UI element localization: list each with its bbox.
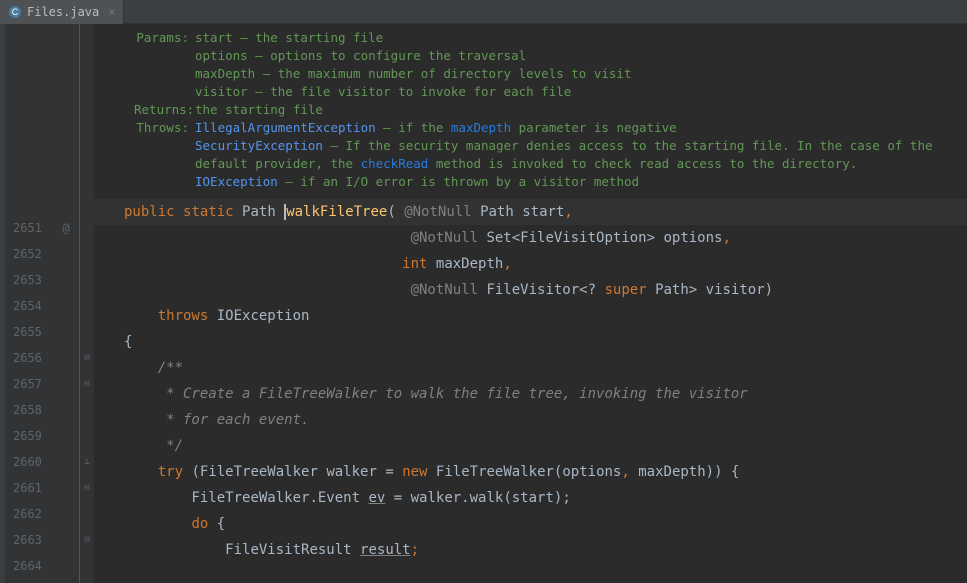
fold-icon[interactable]: ⊟ [80,475,94,501]
fold-end-icon[interactable]: ⊥ [80,449,94,475]
javadoc-throws-item: IllegalArgumentException – if the maxDep… [195,119,967,137]
gutter-row[interactable]: 2663 [5,527,79,553]
code-area[interactable]: Params: start – the starting file option… [94,24,967,583]
code-line[interactable]: FileVisitResult result; [94,537,967,563]
code-line[interactable]: @NotNull FileVisitor<? super Path> visit… [94,277,967,303]
fold-icon[interactable]: ⊟ [80,371,94,397]
gutter-row[interactable]: 2654 [5,293,79,319]
gutter-row[interactable]: 2655 [5,319,79,345]
gutter-row[interactable]: 2653 [5,267,79,293]
fold-column: ⊟ ⊟ ⊥ ⊟ ⊟ [80,24,94,583]
javadoc-throws-item: SecurityException – If the security mana… [195,137,967,173]
javadoc-throws-item: IOException – if an I/O error is thrown … [195,173,967,191]
code-line[interactable]: int maxDepth, [94,251,967,277]
fold-icon[interactable]: ⊟ [80,527,94,553]
gutter-row[interactable]: 2657 [5,371,79,397]
code-line[interactable]: throws IOException [94,303,967,329]
javadoc-param: visitor – the file visitor to invoke for… [195,83,967,101]
fold-icon[interactable] [80,215,94,241]
code-line[interactable]: @NotNull Set<FileVisitOption> options, [94,225,967,251]
gutter-row[interactable]: 2651@ [5,215,79,241]
gutter-row[interactable]: 2659 [5,423,79,449]
javadoc-returns-label: Returns: [134,101,189,119]
code-line[interactable]: /** [94,355,967,381]
gutter-row[interactable]: 2656 [5,345,79,371]
java-class-icon: C [8,5,22,19]
tab-filename: Files.java [27,5,99,19]
gutter-row[interactable]: 2662 [5,501,79,527]
javadoc-block: Params: start – the starting file option… [94,24,967,199]
code-line[interactable]: */ [94,433,967,459]
javadoc-params-label: Params: [134,29,189,47]
close-icon[interactable]: × [108,5,115,19]
gutter-row[interactable]: 2660 [5,449,79,475]
javadoc-param: start – the starting file [195,29,967,47]
javadoc-param: options – options to configure the trave… [195,47,967,65]
tab-bar: C Files.java × [0,0,967,24]
svg-text:C: C [12,7,19,17]
code-lines[interactable]: public static Path walkFileTree( @NotNul… [94,199,967,563]
gutter-row[interactable]: 2658 [5,397,79,423]
code-line[interactable]: try (FileTreeWalker walker = new FileTre… [94,459,967,485]
javadoc-param: maxDepth – the maximum number of directo… [195,65,967,83]
editor: 2651@ 2652 2653 2654 2655 2656 2657 2658… [0,24,967,583]
code-line[interactable]: FileTreeWalker.Event ev = walker.walk(st… [94,485,967,511]
gutter-row[interactable]: 2652 [5,241,79,267]
fold-icon[interactable]: ⊟ [80,345,94,371]
code-line[interactable]: do { [94,511,967,537]
javadoc-returns: the starting file [195,101,967,119]
code-line[interactable]: * Create a FileTreeWalker to walk the fi… [94,381,967,407]
javadoc-throws-label: Throws: [134,119,189,137]
gutter-row[interactable]: 2661 [5,475,79,501]
code-line[interactable]: * for each event. [94,407,967,433]
override-icon[interactable]: @ [57,221,75,235]
line-gutter: 2651@ 2652 2653 2654 2655 2656 2657 2658… [5,24,80,583]
code-line[interactable]: public static Path walkFileTree( @NotNul… [94,199,967,225]
code-line[interactable]: { [94,329,967,355]
gutter-row[interactable]: 2664 [5,553,79,579]
file-tab[interactable]: C Files.java × [0,0,124,24]
